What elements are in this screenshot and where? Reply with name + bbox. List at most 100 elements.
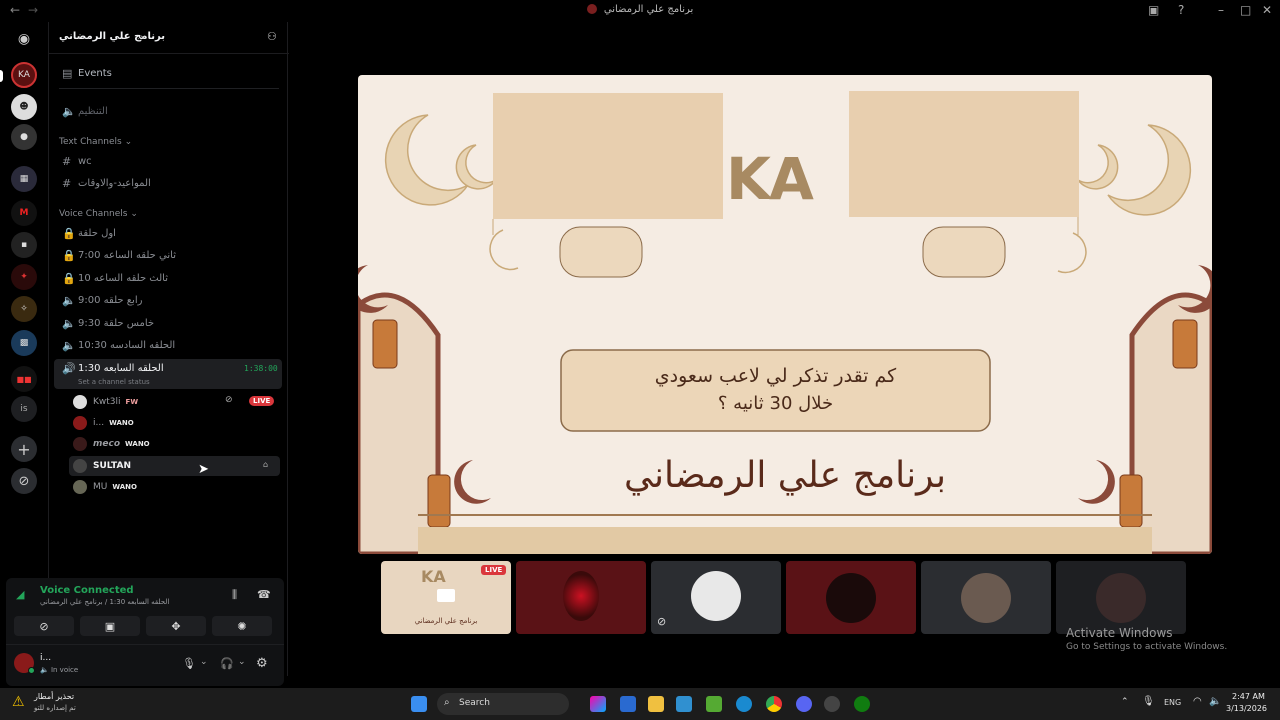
stream-tile-user-5[interactable]	[1056, 561, 1186, 634]
server-icon-8[interactable]: ✧	[11, 296, 37, 322]
member-kwt3li[interactable]: Kwt3li FW ⊘ LIVE	[73, 392, 280, 412]
events-item[interactable]: ▤ Events	[58, 63, 280, 83]
server-icon-3[interactable]: ●	[11, 124, 37, 150]
crescent-moon-icon	[1107, 124, 1192, 216]
voice-channels-category[interactable]: Voice Channels ⌄	[59, 209, 138, 219]
chevron-down-icon[interactable]: ⌄	[238, 657, 246, 667]
minimize-icon[interactable]: –	[1218, 3, 1224, 17]
file-explorer-icon[interactable]	[648, 696, 664, 712]
signal-icon[interactable]: ◢	[16, 588, 24, 601]
avatar	[73, 480, 87, 494]
close-icon[interactable]: ✕	[1262, 3, 1272, 17]
help-icon[interactable]: ?	[1178, 3, 1184, 17]
channel-organize[interactable]: 🔈 التنظيم	[58, 101, 280, 121]
weather-title[interactable]: تحذير أمطار	[34, 692, 74, 701]
active-voice-channel[interactable]: 🔊 الحلقه السابعه 1:30 1:38:00 Set a chan…	[54, 359, 282, 389]
activate-windows-title: Activate Windows	[1066, 626, 1173, 640]
member-tag: WANO	[125, 440, 150, 448]
chevron-up-icon[interactable]: ⌃	[1121, 697, 1129, 707]
voice-channel-2[interactable]: 🔒 ثاني حلقه الساعه 7:00	[58, 245, 280, 265]
voice-channel-1[interactable]: 🔒 اول حلقة	[58, 223, 280, 243]
chrome-icon[interactable]	[766, 696, 782, 712]
security-icon[interactable]	[620, 696, 636, 712]
microphone-icon[interactable]: 🎙	[1142, 696, 1155, 707]
discord-icon[interactable]	[796, 696, 812, 712]
stream-tile-user-4[interactable]	[921, 561, 1051, 634]
minecraft-icon[interactable]	[706, 696, 722, 712]
headphones-icon[interactable]: 🎧	[220, 657, 234, 670]
server-icon-4[interactable]: ▦	[11, 166, 37, 192]
add-server-icon[interactable]: +	[11, 436, 37, 462]
server-icon-10[interactable]: ■■	[11, 366, 37, 392]
wifi-icon[interactable]: ◠	[1193, 696, 1202, 707]
discover-icon[interactable]: ⊘	[11, 468, 37, 494]
server-icon-6[interactable]: ▪	[11, 232, 37, 258]
member-meco[interactable]: 𝙢𝙚𝙘𝙤 WANO	[73, 434, 280, 454]
inbox-icon[interactable]: ▣	[1148, 3, 1159, 17]
ka-logo: KA	[726, 145, 814, 213]
app-icon[interactable]	[824, 696, 840, 712]
stream-tile-user-1[interactable]	[516, 561, 646, 634]
member-sultan[interactable]: SULTAN ⌂	[69, 456, 280, 476]
xbox-icon[interactable]	[854, 696, 870, 712]
speaker-icon: 🔈	[62, 316, 76, 330]
maximize-icon[interactable]: □	[1240, 3, 1251, 17]
noise-suppression-icon[interactable]: ⫼	[232, 588, 237, 602]
activities-icon: ✥	[171, 619, 181, 633]
activities-button[interactable]: ✥	[146, 616, 206, 636]
language-indicator[interactable]: ENG	[1164, 698, 1181, 707]
text-channels-category[interactable]: Text Channels ⌄	[59, 137, 132, 147]
member-tag: FW	[125, 398, 139, 406]
copilot-icon[interactable]	[590, 696, 606, 712]
voice-location[interactable]: الحلقه السابعه 1:30 / برنامج علي الرمضان…	[40, 598, 169, 606]
discord-home-icon[interactable]: ◉	[11, 26, 37, 52]
stream-tile-screen[interactable]: KA LIVE برنامج علي الرمضاني	[381, 561, 511, 634]
channel-wc[interactable]: # wc	[58, 151, 280, 171]
microphone-icon[interactable]: 🎙	[182, 657, 196, 670]
search-icon: ⌕	[444, 697, 450, 708]
disconnect-icon[interactable]: ☎	[257, 588, 271, 601]
lantern-icon	[372, 319, 398, 369]
windows-start-icon[interactable]	[411, 696, 427, 712]
voice-channel-4[interactable]: 🔈 رابع حلقه 9:00	[58, 290, 280, 310]
voice-channel-3[interactable]: 🔒 ثالث حلقه الساعه 10	[58, 268, 280, 288]
server-header[interactable]: برنامج علي الرمضاني ⌄ ⚇	[49, 22, 289, 54]
channel-schedule[interactable]: # المواعيد-والاوقات	[58, 173, 280, 193]
soundboard-button[interactable]: ✺	[212, 616, 272, 636]
voice-channel-6[interactable]: 🔈 الحلقه السادسه 10:30	[58, 335, 280, 355]
clock-date[interactable]: 3/13/2026	[1226, 704, 1267, 713]
channel-status-prompt[interactable]: Set a channel status	[78, 378, 150, 386]
chevron-down-icon[interactable]: ⌄	[200, 657, 208, 667]
channel-label: المواعيد-والاوقات	[78, 177, 151, 189]
stream-tile-user-2[interactable]: ⊘	[651, 561, 781, 634]
voice-channel-5[interactable]: 🔈 خامس حلقة 9:30	[58, 313, 280, 333]
server-icon-ramadani[interactable]: KA	[11, 62, 37, 88]
category-label: Text Channels	[59, 137, 122, 147]
taskbar-search[interactable]: ⌕ Search	[437, 693, 569, 715]
server-icon-7[interactable]: ✦	[11, 264, 37, 290]
weather-warning-icon[interactable]: ⚠	[12, 694, 25, 710]
volume-icon[interactable]: 🔈	[1209, 696, 1221, 707]
voice-status[interactable]: Voice Connected	[40, 585, 134, 596]
member-i[interactable]: i... WANO	[73, 413, 280, 433]
events-label: Events	[78, 67, 112, 79]
invite-people-icon[interactable]: ⚇	[267, 30, 277, 43]
edge-icon[interactable]	[736, 696, 752, 712]
category-label: Voice Channels	[59, 209, 128, 219]
window-title: برنامج علي الرمضاني	[0, 4, 1280, 15]
channel-label: خامس حلقة 9:30	[78, 317, 155, 329]
server-icon-ghost[interactable]: ☻	[11, 94, 37, 120]
clock-time[interactable]: 2:47 AM	[1232, 692, 1265, 701]
stream-tile-user-3[interactable]	[786, 561, 916, 634]
gear-icon[interactable]: ⚙	[256, 656, 268, 671]
screen-share-stage[interactable]: KA كم تقدر تذكر لي لاعب سعودي خلال 30 ثا…	[358, 75, 1212, 554]
app-icon[interactable]	[676, 696, 692, 712]
weather-subtitle[interactable]: تم إصداره للتو	[34, 704, 76, 712]
server-icon-m[interactable]: M	[11, 200, 37, 226]
server-icon-is[interactable]: is	[11, 396, 37, 422]
camera-off-button[interactable]: ⊘	[14, 616, 74, 636]
server-icon-9[interactable]: ▩	[11, 330, 37, 356]
screen-share-button[interactable]: ▣	[80, 616, 140, 636]
member-mu[interactable]: MU WANO	[73, 477, 280, 497]
soundboard-icon: ✺	[237, 619, 247, 633]
